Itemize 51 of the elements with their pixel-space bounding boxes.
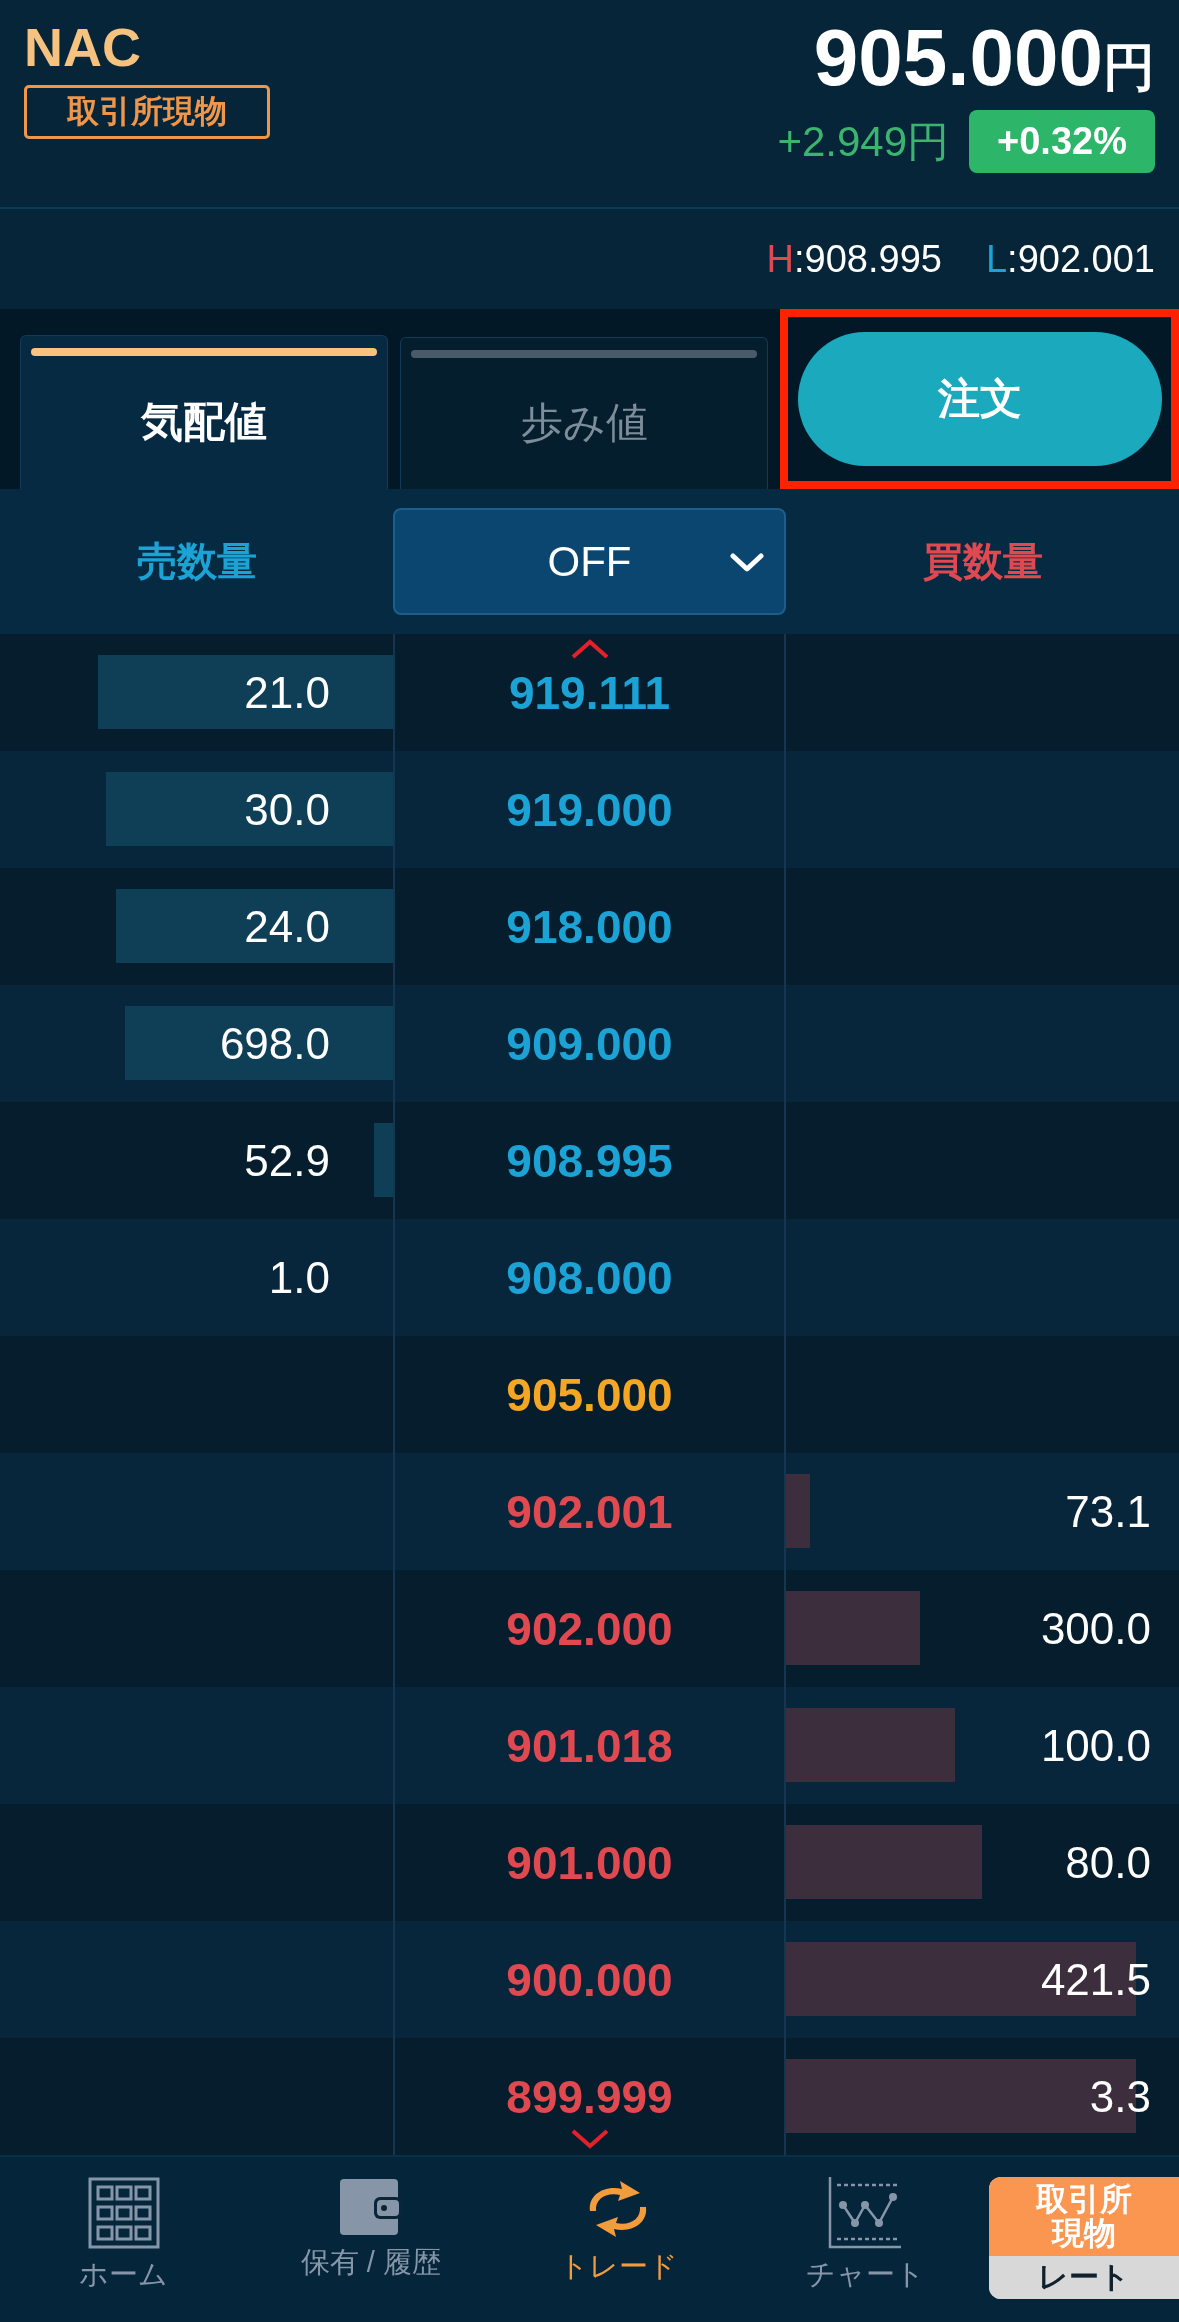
market-label: 取引所現物 <box>989 2177 1179 2257</box>
buy-quantity: 421.5 <box>1040 1954 1151 2005</box>
sell-quantity: 21.0 <box>244 667 330 718</box>
nav-item[interactable]: チャート <box>741 2177 989 2297</box>
sell-quantity: 30.0 <box>244 784 330 835</box>
price-level: 899.999 <box>506 2073 673 2120</box>
tab[interactable]: 歩み値 <box>400 337 769 489</box>
grid-icon <box>87 2177 160 2249</box>
sell-quantity: 52.9 <box>244 1135 330 1186</box>
line-chart-icon <box>827 2177 904 2249</box>
nav-item[interactable]: ホーム <box>0 2177 248 2297</box>
price-level: 905.000 <box>506 1371 673 1418</box>
nav-item[interactable]: トレード <box>494 2177 742 2297</box>
price-change: +2.949円 <box>777 116 950 167</box>
scroll-down-icon <box>570 2128 610 2150</box>
scroll-up-icon <box>570 638 610 660</box>
price-level: 901.000 <box>506 1839 673 1886</box>
price-level: 902.000 <box>506 1605 673 1652</box>
low-price: L:902.001 <box>985 237 1155 281</box>
sell-quantity: 1.0 <box>268 1252 330 1303</box>
sell-quantity: 698.0 <box>219 1018 330 1069</box>
filter-dropdown[interactable]: OFF <box>393 508 786 615</box>
price-level: 908.995 <box>506 1137 673 1184</box>
tab[interactable]: 気配値 <box>20 335 389 489</box>
sell-quantity: 24.0 <box>244 901 330 952</box>
buy-quantity: 73.1 <box>1065 1486 1151 1537</box>
buy-quantity: 80.0 <box>1065 1837 1151 1888</box>
price-level: 902.001 <box>506 1488 673 1535</box>
rate-label: レート <box>989 2256 1179 2299</box>
buy-quantity: 300.0 <box>1040 1603 1151 1654</box>
buy-quantity: 100.0 <box>1040 1720 1151 1771</box>
chevron-down-icon <box>730 552 764 574</box>
high-price: H:908.995 <box>766 237 942 281</box>
price-level: 908.000 <box>506 1254 673 1301</box>
wallet-icon <box>337 2177 404 2237</box>
percent-change-badge: +0.32% <box>969 110 1155 173</box>
price-level: 901.018 <box>506 1722 673 1769</box>
column-header: 買数量 <box>921 538 1044 585</box>
nav-item[interactable]: 保有 / 履歴 <box>247 2177 495 2297</box>
price-level: 900.000 <box>506 1956 673 2003</box>
buy-quantity: 3.3 <box>1089 2071 1151 2122</box>
order-button[interactable]: 注文 <box>797 332 1162 466</box>
price-level: 919.111 <box>508 669 671 716</box>
market-badge: 取引所現物 <box>24 85 270 139</box>
price-level: 918.000 <box>506 903 673 950</box>
column-header: 売数量 <box>135 538 258 585</box>
rate-button[interactable]: 取引所現物 レート <box>989 2177 1179 2299</box>
price: 905.000円 <box>813 18 1155 98</box>
price-level: 909.000 <box>506 1020 673 1067</box>
symbol: NAC <box>24 18 142 78</box>
price-level: 919.000 <box>506 786 673 833</box>
